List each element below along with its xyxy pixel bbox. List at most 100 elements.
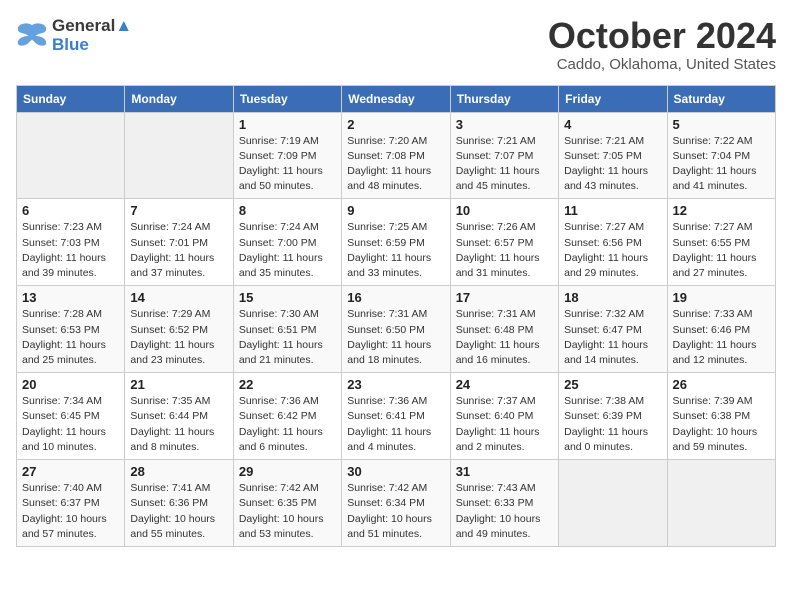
sunrise-text: Sunrise: 7:33 AM <box>673 307 770 322</box>
day-info: Sunrise: 7:22 AMSunset: 7:04 PMDaylight:… <box>673 134 770 195</box>
logo-text: General▲ Blue <box>52 16 132 53</box>
calendar-cell: 30Sunrise: 7:42 AMSunset: 6:34 PMDayligh… <box>342 460 450 547</box>
weekday-header-sunday: Sunday <box>17 85 125 112</box>
sunrise-text: Sunrise: 7:27 AM <box>673 220 770 235</box>
daylight-text: Daylight: 10 hours and 53 minutes. <box>239 512 336 542</box>
calendar-cell: 10Sunrise: 7:26 AMSunset: 6:57 PMDayligh… <box>450 199 558 286</box>
weekday-header-tuesday: Tuesday <box>233 85 341 112</box>
daylight-text: Daylight: 11 hours and 37 minutes. <box>130 251 227 281</box>
sunset-text: Sunset: 7:00 PM <box>239 236 336 251</box>
sunrise-text: Sunrise: 7:23 AM <box>22 220 119 235</box>
day-info: Sunrise: 7:31 AMSunset: 6:48 PMDaylight:… <box>456 307 553 368</box>
calendar-cell: 9Sunrise: 7:25 AMSunset: 6:59 PMDaylight… <box>342 199 450 286</box>
sunset-text: Sunset: 6:53 PM <box>22 323 119 338</box>
sunset-text: Sunset: 6:41 PM <box>347 409 444 424</box>
sunset-text: Sunset: 6:45 PM <box>22 409 119 424</box>
calendar-week-5: 27Sunrise: 7:40 AMSunset: 6:37 PMDayligh… <box>17 460 776 547</box>
daylight-text: Daylight: 11 hours and 45 minutes. <box>456 164 553 194</box>
page-header: General▲ Blue October 2024 Caddo, Oklaho… <box>16 16 776 73</box>
daylight-text: Daylight: 11 hours and 18 minutes. <box>347 338 444 368</box>
day-number: 24 <box>456 377 553 392</box>
sunset-text: Sunset: 6:52 PM <box>130 323 227 338</box>
sunset-text: Sunset: 6:46 PM <box>673 323 770 338</box>
daylight-text: Daylight: 11 hours and 10 minutes. <box>22 425 119 455</box>
month-title: October 2024 <box>548 16 776 56</box>
calendar-cell: 5 Sunrise: 7:22 AMSunset: 7:04 PMDaylight… <box>667 112 775 199</box>
sunset-text: Sunset: 6:38 PM <box>673 409 770 424</box>
daylight-text: Daylight: 10 hours and 57 minutes. <box>22 512 119 542</box>
sunrise-text: Sunrise: 7:40 AM <box>22 481 119 496</box>
day-info: Sunrise: 7:33 AMSunset: 6:46 PMDaylight:… <box>673 307 770 368</box>
day-number: 27 <box>22 464 119 479</box>
day-number: 21 <box>130 377 227 392</box>
daylight-text: Daylight: 11 hours and 33 minutes. <box>347 251 444 281</box>
daylight-text: Daylight: 11 hours and 16 minutes. <box>456 338 553 368</box>
calendar-cell: 27Sunrise: 7:40 AMSunset: 6:37 PMDayligh… <box>17 460 125 547</box>
sunset-text: Sunset: 6:40 PM <box>456 409 553 424</box>
sunrise-text: Sunrise: 7:42 AM <box>347 481 444 496</box>
sunset-text: Sunset: 6:42 PM <box>239 409 336 424</box>
daylight-text: Daylight: 11 hours and 6 minutes. <box>239 425 336 455</box>
day-info: Sunrise: 7:24 AMSunset: 7:01 PMDaylight:… <box>130 220 227 281</box>
calendar-week-4: 20Sunrise: 7:34 AMSunset: 6:45 PMDayligh… <box>17 373 776 460</box>
daylight-text: Daylight: 11 hours and 0 minutes. <box>564 425 661 455</box>
sunset-text: Sunset: 7:01 PM <box>130 236 227 251</box>
sunset-text: Sunset: 7:09 PM <box>239 149 336 164</box>
day-number: 23 <box>347 377 444 392</box>
sunrise-text: Sunrise: 7:19 AM <box>239 134 336 149</box>
weekday-header-monday: Monday <box>125 85 233 112</box>
day-info: Sunrise: 7:32 AMSunset: 6:47 PMDaylight:… <box>564 307 661 368</box>
daylight-text: Daylight: 11 hours and 23 minutes. <box>130 338 227 368</box>
calendar-body: 1Sunrise: 7:19 AMSunset: 7:09 PMDaylight… <box>17 112 776 546</box>
day-info: Sunrise: 7:35 AMSunset: 6:44 PMDaylight:… <box>130 394 227 455</box>
sunrise-text: Sunrise: 7:26 AM <box>456 220 553 235</box>
calendar-cell: 26Sunrise: 7:39 AMSunset: 6:38 PMDayligh… <box>667 373 775 460</box>
daylight-text: Daylight: 11 hours and 2 minutes. <box>456 425 553 455</box>
day-number: 15 <box>239 290 336 305</box>
sunrise-text: Sunrise: 7:31 AM <box>456 307 553 322</box>
day-number: 4 <box>564 117 661 132</box>
title-block: October 2024 Caddo, Oklahoma, United Sta… <box>548 16 776 73</box>
day-number: 31 <box>456 464 553 479</box>
calendar-cell: 7Sunrise: 7:24 AMSunset: 7:01 PMDaylight… <box>125 199 233 286</box>
calendar-week-2: 6Sunrise: 7:23 AMSunset: 7:03 PMDaylight… <box>17 199 776 286</box>
calendar-cell <box>559 460 667 547</box>
logo: General▲ Blue <box>16 16 132 53</box>
day-number: 3 <box>456 117 553 132</box>
day-number: 22 <box>239 377 336 392</box>
sunrise-text: Sunrise: 7:32 AM <box>564 307 661 322</box>
calendar-cell: 23Sunrise: 7:36 AMSunset: 6:41 PMDayligh… <box>342 373 450 460</box>
calendar-week-3: 13Sunrise: 7:28 AMSunset: 6:53 PMDayligh… <box>17 286 776 373</box>
sunrise-text: Sunrise: 7:34 AM <box>22 394 119 409</box>
calendar-week-1: 1Sunrise: 7:19 AMSunset: 7:09 PMDaylight… <box>17 112 776 199</box>
calendar-table: SundayMondayTuesdayWednesdayThursdayFrid… <box>16 85 776 547</box>
day-number: 9 <box>347 203 444 218</box>
calendar-cell: 11Sunrise: 7:27 AMSunset: 6:56 PMDayligh… <box>559 199 667 286</box>
daylight-text: Daylight: 11 hours and 27 minutes. <box>673 251 770 281</box>
sunrise-text: Sunrise: 7:35 AM <box>130 394 227 409</box>
sunrise-text: Sunrise: 7:30 AM <box>239 307 336 322</box>
day-info: Sunrise: 7:23 AMSunset: 7:03 PMDaylight:… <box>22 220 119 281</box>
sunset-text: Sunset: 6:57 PM <box>456 236 553 251</box>
sunrise-text: Sunrise: 7:41 AM <box>130 481 227 496</box>
calendar-cell: 3Sunrise: 7:21 AMSunset: 7:07 PMDaylight… <box>450 112 558 199</box>
sunrise-text: Sunrise: 7:24 AM <box>239 220 336 235</box>
daylight-text: Daylight: 11 hours and 25 minutes. <box>22 338 119 368</box>
daylight-text: Daylight: 11 hours and 50 minutes. <box>239 164 336 194</box>
daylight-text: Daylight: 10 hours and 59 minutes. <box>673 425 770 455</box>
sunset-text: Sunset: 6:36 PM <box>130 496 227 511</box>
daylight-text: Daylight: 11 hours and 4 minutes. <box>347 425 444 455</box>
sunset-text: Sunset: 7:03 PM <box>22 236 119 251</box>
sunset-text: Sunset: 6:47 PM <box>564 323 661 338</box>
day-info: Sunrise: 7:28 AMSunset: 6:53 PMDaylight:… <box>22 307 119 368</box>
daylight-text: Daylight: 11 hours and 39 minutes. <box>22 251 119 281</box>
sunrise-text: Sunrise: 7:28 AM <box>22 307 119 322</box>
calendar-cell: 2Sunrise: 7:20 AMSunset: 7:08 PMDaylight… <box>342 112 450 199</box>
sunset-text: Sunset: 6:59 PM <box>347 236 444 251</box>
day-number: 5 <box>673 117 770 132</box>
sunrise-text: Sunrise: 7:42 AM <box>239 481 336 496</box>
sunrise-text: Sunrise: 7:31 AM <box>347 307 444 322</box>
daylight-text: Daylight: 11 hours and 8 minutes. <box>130 425 227 455</box>
calendar-cell: 1Sunrise: 7:19 AMSunset: 7:09 PMDaylight… <box>233 112 341 199</box>
weekday-header-wednesday: Wednesday <box>342 85 450 112</box>
